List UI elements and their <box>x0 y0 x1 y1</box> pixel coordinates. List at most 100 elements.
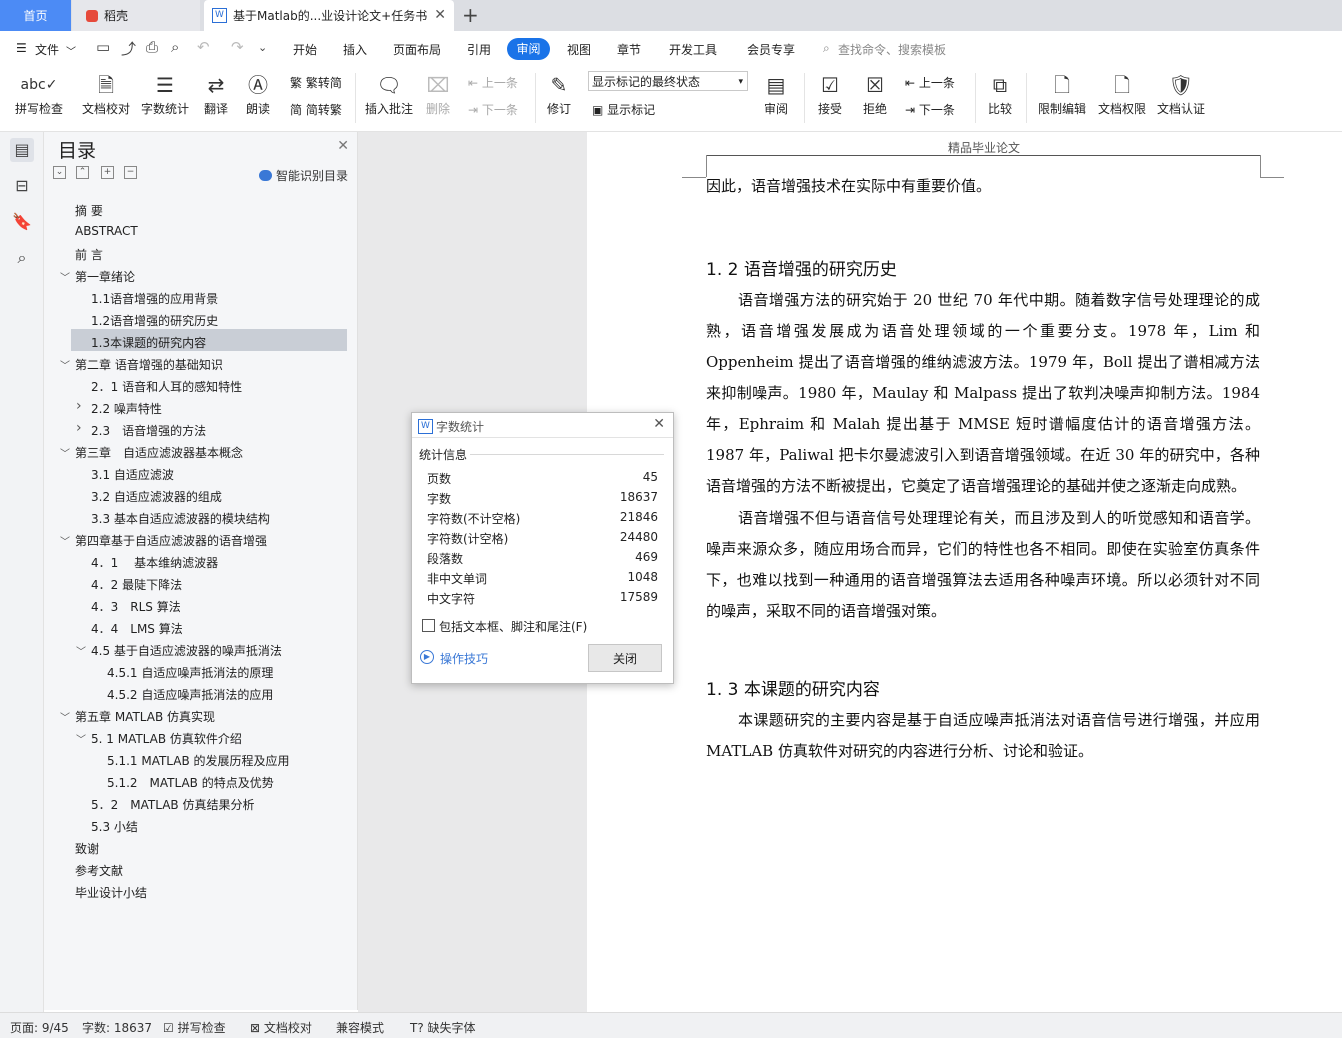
toc-item[interactable]: 1.1语音增强的应用背景 <box>91 290 218 307</box>
word-count-button[interactable]: ☰ 字数统计 <box>140 70 190 117</box>
close-icon[interactable]: ✕ <box>337 138 349 154</box>
menu-page-layout[interactable]: 页面布局 <box>393 41 441 58</box>
close-icon[interactable]: ✕ <box>434 7 446 23</box>
restrict-edit-button[interactable]: 🗋 限制编辑 <box>1036 70 1088 117</box>
toc-item[interactable]: 3.2 自适应滤波器的组成 <box>91 488 222 505</box>
show-markup-button[interactable]: ▣ 显示标记 <box>592 101 655 118</box>
toc-item[interactable]: 4.5 基于自适应滤波器的噪声抵消法 <box>91 642 282 659</box>
command-search-input[interactable]: 查找命令、搜索模板 <box>838 41 946 58</box>
bookmark-icon[interactable]: 🔖 <box>10 210 34 234</box>
next-change-button[interactable]: ⇥ 下一条 <box>905 101 955 118</box>
print-icon[interactable]: ⎙ <box>146 38 158 56</box>
chapter-nav-icon[interactable]: ⊟ <box>10 174 34 198</box>
doc-proof-button[interactable]: 🗎 文档校对 <box>80 70 132 117</box>
tab-document[interactable]: W 基于Matlab的...业设计论文+任务书 ✕ <box>204 0 454 31</box>
search-icon[interactable]: ⌕ <box>10 246 34 270</box>
toc-item[interactable]: 5．2 MATLAB 仿真结果分析 <box>91 796 254 813</box>
accept-button[interactable]: ☑ 接受 <box>812 70 848 117</box>
toc-item[interactable]: 第一章绪论 <box>75 268 135 285</box>
toc-item[interactable]: 3.1 自适应滤波 <box>91 466 174 483</box>
chevron-down-icon[interactable]: ﹀ <box>76 731 86 746</box>
smart-toc-button[interactable]: 智能识别目录 <box>259 167 348 184</box>
save-icon[interactable]: ▭ <box>96 38 110 56</box>
toc-item[interactable]: 第二章 语音增强的基础知识 <box>75 356 223 373</box>
markup-state-select[interactable]: 显示标记的最终状态 ▾ <box>588 71 748 91</box>
toc-item[interactable]: 摘 要 <box>75 202 103 219</box>
menu-references[interactable]: 引用 <box>467 41 491 58</box>
tab-daoke[interactable]: 稻壳 <box>72 0 200 31</box>
insert-comment-button[interactable]: 🗨 插入批注 <box>362 70 416 117</box>
collapse-all-icon[interactable]: ⌄ <box>53 166 66 179</box>
next-comment-button[interactable]: ⇥ 下一条 <box>468 101 518 118</box>
toc-item[interactable]: 5. 1 MATLAB 仿真软件介绍 <box>91 730 242 747</box>
toc-item[interactable]: 4．3 RLS 算法 <box>91 598 181 615</box>
hamburger-icon[interactable]: ☰ <box>16 41 27 55</box>
tab-home[interactable]: 首页 <box>0 0 71 31</box>
toc-item[interactable]: 3.3 基本自适应滤波器的模块结构 <box>91 510 270 527</box>
include-textbox-checkbox[interactable] <box>422 619 435 632</box>
toc-item[interactable]: 5.1.2 MATLAB 的特点及优势 <box>107 774 274 791</box>
toc-item[interactable]: 4.5.2 自适应噪声抵消法的应用 <box>107 686 273 703</box>
prev-comment-button[interactable]: ⇤ 上一条 <box>468 74 518 91</box>
menu-file[interactable]: 文件 <box>35 41 59 58</box>
toc-item[interactable]: 第五章 MATLAB 仿真实现 <box>75 708 215 725</box>
menu-start[interactable]: 开始 <box>293 41 317 58</box>
print-preview-icon[interactable]: ⌕ <box>171 38 179 56</box>
quick-access-chevron-icon[interactable]: ⌄ <box>258 41 267 54</box>
reject-button[interactable]: ☒ 拒绝 <box>857 70 893 117</box>
include-textbox-label[interactable]: 包括文本框、脚注和尾注(F) <box>439 618 587 635</box>
chevron-down-icon[interactable]: ﹀ <box>60 709 70 724</box>
export-icon[interactable]: ⤴ <box>121 38 136 59</box>
chevron-down-icon[interactable]: ﹀ <box>60 445 70 460</box>
proof-status[interactable]: ⊠ 文档校对 <box>250 1019 312 1036</box>
doc-cert-button[interactable]: 🛡 文档认证 <box>1155 70 1207 117</box>
chevron-right-icon[interactable]: › <box>76 420 82 436</box>
toc-item[interactable]: 4．4 LMS 算法 <box>91 620 183 637</box>
review-pane-button[interactable]: ▤ 审阅 <box>758 70 794 117</box>
toc-item[interactable]: 前 言 <box>75 246 103 263</box>
toc-item[interactable]: 2．1 语音和人耳的感知特性 <box>91 378 242 395</box>
chevron-down-icon[interactable]: ﹀ <box>60 533 70 548</box>
toc-item[interactable]: 1.3本课题的研究内容 <box>91 334 206 351</box>
menu-dev-tools[interactable]: 开发工具 <box>669 41 717 58</box>
menu-review[interactable]: 审阅 <box>507 38 550 60</box>
chevron-down-icon[interactable]: ﹀ <box>76 643 86 658</box>
remove-heading-icon[interactable]: − <box>124 166 137 179</box>
doc-permission-button[interactable]: 🗋 文档权限 <box>1096 70 1148 117</box>
toc-item[interactable]: 5.3 小结 <box>91 818 138 835</box>
missing-font-status[interactable]: T? 缺失字体 <box>410 1019 476 1036</box>
toc-item[interactable]: 4．2 最陡下降法 <box>91 576 182 593</box>
toc-item[interactable]: 第四章基于自适应滤波器的语音增强 <box>75 532 267 549</box>
compat-mode[interactable]: 兼容模式 <box>336 1019 384 1036</box>
undo-icon[interactable]: ↶ <box>197 38 210 56</box>
menu-member[interactable]: 会员专享 <box>747 41 795 58</box>
spell-check-status[interactable]: ☑ 拼写检查 <box>163 1019 226 1036</box>
toc-item[interactable]: 2.3 语音增强的方法 <box>91 422 206 439</box>
spell-check-button[interactable]: abc✓ 拼写检查 <box>10 70 68 117</box>
menu-insert[interactable]: 插入 <box>343 41 367 58</box>
translate-button[interactable]: ⇄ 翻译 <box>198 70 234 117</box>
expand-up-icon[interactable]: ⌃ <box>76 166 89 179</box>
toc-item[interactable]: 毕业设计小结 <box>75 884 147 901</box>
redo-icon[interactable]: ↷ <box>231 38 244 56</box>
close-button[interactable]: 关闭 <box>588 644 662 672</box>
toc-item[interactable]: 4．1 基本维纳滤波器 <box>91 554 218 571</box>
toc-item[interactable]: 第三章 自适应滤波器基本概念 <box>75 444 243 461</box>
toc-panel-icon[interactable]: ▤ <box>10 138 34 162</box>
to-traditional-button[interactable]: 繁 繁转简 <box>290 74 342 91</box>
toc-item[interactable]: 4.5.1 自适应噪声抵消法的原理 <box>107 664 273 681</box>
chevron-down-icon[interactable]: ﹀ <box>60 269 70 284</box>
toc-item[interactable]: ABSTRACT <box>75 224 138 238</box>
add-heading-icon[interactable]: + <box>101 166 114 179</box>
delete-comment-button[interactable]: ⌧ 删除 <box>420 70 456 117</box>
toc-item[interactable]: 致谢 <box>75 840 99 857</box>
chevron-right-icon[interactable]: › <box>76 398 82 414</box>
prev-change-button[interactable]: ⇤ 上一条 <box>905 74 955 91</box>
chevron-down-icon[interactable]: ﹀ <box>66 43 76 58</box>
compare-button[interactable]: ⧉ 比较 <box>982 70 1018 117</box>
word-count-indicator[interactable]: 字数: 18637 <box>82 1019 152 1036</box>
menu-section[interactable]: 章节 <box>617 41 641 58</box>
to-simplified-button[interactable]: 简 简转繁 <box>290 101 342 118</box>
toc-item[interactable]: 1.2语音增强的研究历史 <box>91 312 218 329</box>
read-aloud-button[interactable]: Ⓐ 朗读 <box>243 70 273 117</box>
